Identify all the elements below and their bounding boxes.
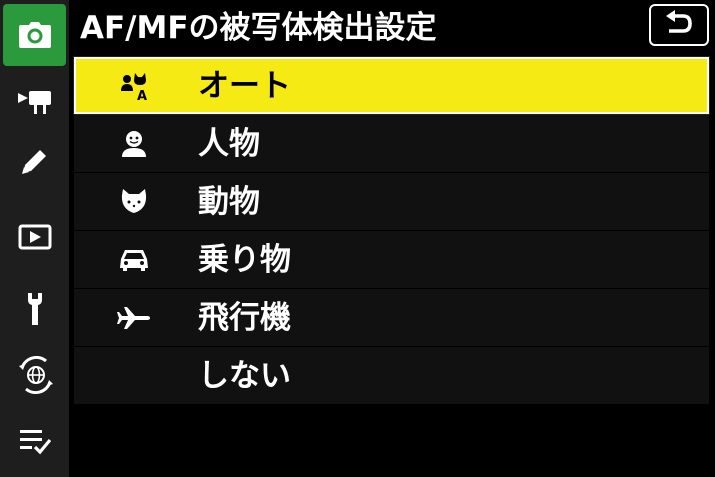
item-label: オート (198, 68, 291, 104)
network-globe-icon (16, 356, 54, 394)
item-label: 乗り物 (198, 242, 291, 278)
playback-icon (18, 224, 52, 250)
menu-item-animal[interactable]: 動物 (74, 173, 709, 230)
airplane-icon (114, 289, 154, 346)
svg-text:A: A (137, 89, 147, 101)
menu-item-auto[interactable]: A オート (73, 56, 710, 115)
checklist-icon (19, 427, 51, 455)
menu-list: A オート 人物 動物 乗り物 飛行機 しない (73, 56, 710, 405)
item-label: 飛行機 (198, 300, 291, 336)
person-icon (114, 115, 154, 172)
sidebar (0, 0, 69, 477)
tab-setup[interactable] (0, 280, 69, 338)
wrench-icon (25, 291, 45, 327)
item-label: 人物 (198, 126, 260, 162)
movie-camera-icon (17, 87, 53, 115)
item-label: しない (198, 358, 291, 394)
menu-item-person[interactable]: 人物 (74, 115, 709, 172)
car-icon (114, 231, 154, 288)
header: AF/MFの被写体検出設定 (69, 0, 715, 56)
tab-my-menu[interactable] (0, 412, 69, 470)
auto-subject-icon: A (114, 57, 154, 114)
camera-icon (18, 21, 52, 49)
tab-movie-recording[interactable] (0, 72, 69, 130)
return-arrow-icon (663, 10, 695, 40)
menu-item-vehicle[interactable]: 乗り物 (74, 231, 709, 288)
tab-custom-settings[interactable] (0, 132, 69, 190)
tab-photo-shooting[interactable] (3, 4, 66, 66)
tab-playback[interactable] (0, 208, 69, 266)
item-label: 動物 (198, 184, 260, 220)
tab-network[interactable] (0, 346, 69, 404)
pencil-icon (20, 146, 50, 176)
animal-icon (114, 173, 154, 230)
menu-item-off[interactable]: しない (74, 347, 709, 404)
menu-item-airplane[interactable]: 飛行機 (74, 289, 709, 346)
back-button[interactable] (649, 4, 709, 46)
page-title: AF/MFの被写体検出設定 (80, 10, 437, 46)
